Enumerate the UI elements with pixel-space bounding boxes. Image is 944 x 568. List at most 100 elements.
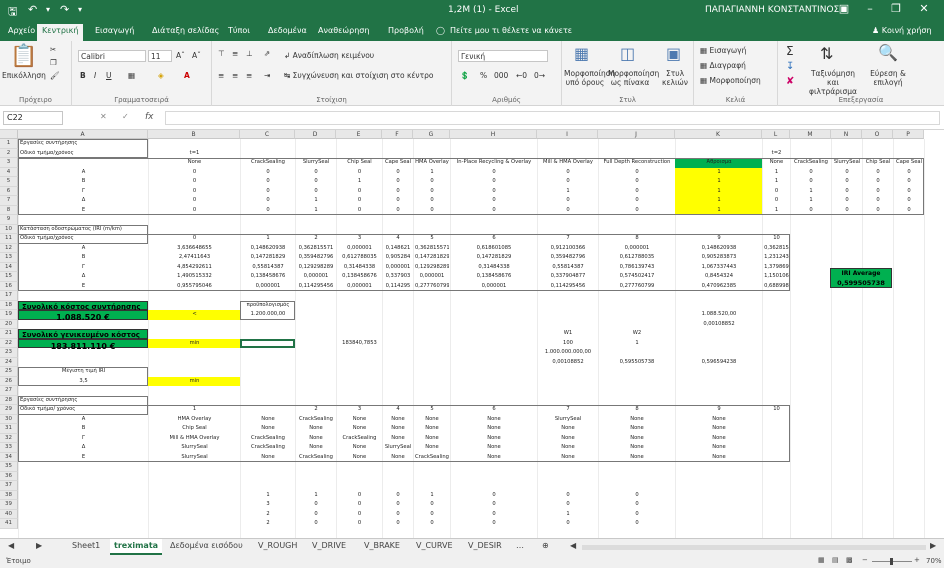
cell-l14[interactable]: 1,379869 <box>764 264 789 274</box>
cell-h12[interactable]: 0,618601085 <box>452 245 536 255</box>
row-header-2[interactable]: 2 <box>0 148 18 158</box>
cell-o5[interactable]: 0 <box>864 178 892 188</box>
orientation-icon[interactable]: ⇗ <box>264 49 270 58</box>
column-header-c[interactable]: C <box>240 130 295 139</box>
cell-h16[interactable]: 0,000001 <box>452 283 536 293</box>
cell-i13[interactable]: 0,359482796 <box>539 254 597 264</box>
cell-a6[interactable]: Γ <box>20 188 147 198</box>
column-header-a[interactable]: A <box>18 130 148 139</box>
cell-k30[interactable]: None <box>677 416 761 426</box>
cell-n8[interactable]: 0 <box>833 207 861 217</box>
cell-b8[interactable]: 0 <box>150 207 239 217</box>
cell-h11[interactable]: 6 <box>452 235 536 245</box>
cell-g6[interactable]: 0 <box>415 188 449 198</box>
cell-c38[interactable]: 1 <box>242 492 294 502</box>
cell-f14[interactable]: 0,000001 <box>384 264 412 274</box>
row-header-28[interactable]: 28 <box>0 395 18 405</box>
cell-h7[interactable]: 0 <box>452 197 536 207</box>
cell-d39[interactable]: 0 <box>297 501 335 511</box>
insert-function-icon[interactable]: fx <box>145 112 154 122</box>
bold-icon[interactable]: B <box>80 71 86 80</box>
cell-c11[interactable]: 1 <box>242 235 294 245</box>
cell-h34[interactable]: None <box>452 454 536 464</box>
cell-c7[interactable]: 0 <box>242 197 294 207</box>
cell-e12[interactable]: 0,000001 <box>338 245 381 255</box>
row-header-10[interactable]: 10 <box>0 224 18 234</box>
cell-d6[interactable]: 0 <box>297 188 335 198</box>
cell-d16[interactable]: 0,114295456 <box>297 283 335 293</box>
tab-page-layout[interactable]: Διάταξη σελίδας <box>152 26 219 35</box>
cell-c8[interactable]: 0 <box>242 207 294 217</box>
cell-j34[interactable]: None <box>600 454 674 464</box>
align-middle-icon[interactable]: ≡ <box>232 49 238 58</box>
cell-e6[interactable]: 0 <box>338 188 381 198</box>
cell-f4[interactable]: 0 <box>384 169 412 179</box>
cell-k20[interactable]: 0,00108852 <box>677 321 761 331</box>
cell-b11[interactable]: 0 <box>150 235 239 245</box>
indent-icon[interactable]: ⇥ <box>264 71 270 80</box>
format-painter-icon[interactable]: 🖌 <box>50 71 60 80</box>
cell-k16[interactable]: 0,470962385 <box>677 283 761 293</box>
cell-f38[interactable]: 0 <box>384 492 412 502</box>
redo-icon[interactable]: ↷ <box>60 3 69 16</box>
cell-j4[interactable]: 0 <box>600 169 674 179</box>
row-header-11[interactable]: 11 <box>0 234 18 244</box>
font-name-select[interactable]: Calibri <box>78 50 146 62</box>
row-header-16[interactable]: 16 <box>0 281 18 291</box>
cell-b32[interactable]: Mill & HMA Overlay <box>150 435 239 445</box>
cell-d4[interactable]: 0 <box>297 169 335 179</box>
cell-a32[interactable]: Γ <box>20 435 147 445</box>
cell-d14[interactable]: 0,129298289 <box>297 264 335 274</box>
column-header-i[interactable]: I <box>537 130 598 139</box>
cell-d13[interactable]: 0,359482796 <box>297 254 335 264</box>
cell-i30[interactable]: SlurrySeal <box>539 416 597 426</box>
cell-a8[interactable]: Ε <box>20 207 147 217</box>
cell-l16[interactable]: 0,688998 <box>764 283 789 293</box>
cell-j22[interactable]: 1 <box>600 340 674 350</box>
cell-o6[interactable]: 0 <box>864 188 892 198</box>
cell-g40[interactable]: 0 <box>415 511 449 521</box>
cell-b3[interactable]: None <box>150 159 239 169</box>
cell-g16[interactable]: 0,277760799 <box>415 283 449 293</box>
cell-e3[interactable]: Chip Seal <box>338 159 381 169</box>
cell-h15[interactable]: 0,138458676 <box>452 273 536 283</box>
cell-c33[interactable]: CrackSealing <box>242 444 294 454</box>
tell-me-search[interactable]: Πείτε μου τι θέλετε να κάνετε <box>450 26 572 35</box>
sheet-tab-treximata[interactable]: treximata <box>110 539 163 555</box>
cell-c40[interactable]: 2 <box>242 511 294 521</box>
cell-k31[interactable]: None <box>677 425 761 435</box>
cell-f6[interactable]: 0 <box>384 188 412 198</box>
sort-filter-button[interactable]: Ταξινόμηση και φιλτράρισμα <box>804 69 862 96</box>
format-as-table-button[interactable]: Μορφοποίηση ως πίνακα <box>608 69 659 87</box>
cell-d30[interactable]: CrackSealing <box>297 416 335 426</box>
row-header-6[interactable]: 6 <box>0 186 18 196</box>
undo-dropdown-icon[interactable]: ▾ <box>46 5 50 14</box>
cell-j41[interactable]: 0 <box>600 520 674 530</box>
cell-i34[interactable]: None <box>539 454 597 464</box>
cell-h8[interactable]: 0 <box>452 207 536 217</box>
tab-insert[interactable]: Εισαγωγή <box>95 26 134 35</box>
cell-e11[interactable]: 3 <box>338 235 381 245</box>
row-header-36[interactable]: 36 <box>0 471 18 481</box>
cell-g13[interactable]: 0,147281829 <box>415 254 449 264</box>
cell-i8[interactable]: 0 <box>539 207 597 217</box>
cell-j33[interactable]: None <box>600 444 674 454</box>
cell-c41[interactable]: 2 <box>242 520 294 530</box>
zoom-level[interactable]: 70% <box>926 557 942 565</box>
cell-b13[interactable]: 2,47411643 <box>150 254 239 264</box>
cell-b19[interactable]: < <box>150 311 239 321</box>
tab-file[interactable]: Αρχείο <box>8 26 35 35</box>
tab-data[interactable]: Δεδομένα <box>268 26 307 35</box>
row-header-17[interactable]: 17 <box>0 291 18 301</box>
column-header-m[interactable]: M <box>790 130 831 139</box>
delete-cells-button[interactable]: ▦ Διαγραφή <box>700 61 746 70</box>
cell-e7[interactable]: 0 <box>338 197 381 207</box>
cell-j38[interactable]: 0 <box>600 492 674 502</box>
column-header-j[interactable]: J <box>598 130 675 139</box>
cell-a29[interactable]: Οδικό τμήμα/ χρόνος <box>20 406 157 416</box>
cell-m3[interactable]: CrackSealing <box>792 159 830 169</box>
cell-p4[interactable]: 0 <box>895 169 923 179</box>
cell-d38[interactable]: 1 <box>297 492 335 502</box>
ribbon-display-icon[interactable]: ▣ <box>832 2 856 15</box>
maximize-icon[interactable]: ❐ <box>884 2 908 15</box>
